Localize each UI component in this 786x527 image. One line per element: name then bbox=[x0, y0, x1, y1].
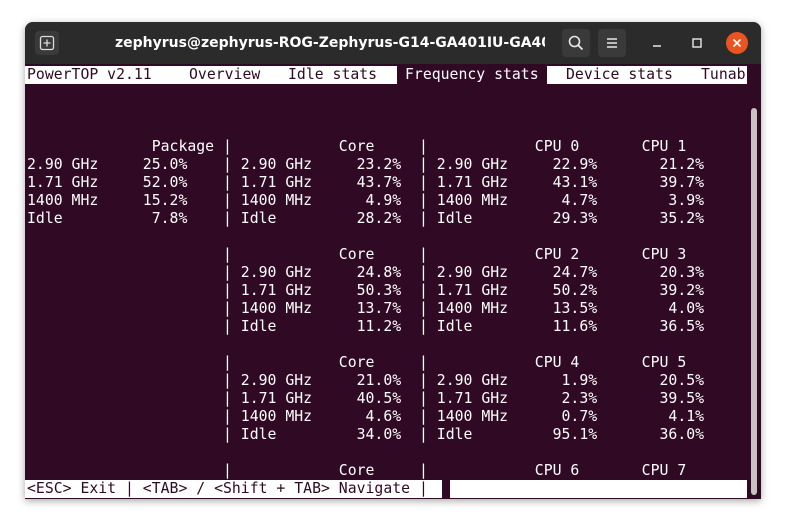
tab-frequency-stats[interactable]: Frequency stats bbox=[397, 66, 547, 84]
terminal-line: Idle 7.8% | Idle 28.2% | Idle 29.3% 35.2… bbox=[27, 210, 705, 227]
terminal-line: | 2.90 GHz 21.0% | 2.90 GHz 1.9% 20.5% bbox=[27, 372, 705, 389]
close-button[interactable] bbox=[726, 32, 748, 54]
tab-tunables[interactable]: Tunab bbox=[701, 66, 746, 84]
search-button[interactable] bbox=[562, 29, 590, 57]
terminal-line: 2.90 GHz 25.0% | 2.90 GHz 23.2% | 2.90 G… bbox=[27, 156, 705, 173]
terminal-line: | Core | CPU 2 CPU 3 bbox=[27, 246, 687, 263]
terminal-line: | Core | CPU 6 CPU 7 bbox=[27, 462, 687, 479]
terminal-line: 1.71 GHz 52.0% | 1.71 GHz 43.7% | 1.71 G… bbox=[27, 174, 705, 191]
minimize-icon bbox=[653, 45, 661, 47]
powertop-header: PowerTOP v2.11 Overview Idle stats Frequ… bbox=[25, 66, 747, 84]
maximize-icon bbox=[692, 38, 702, 48]
minimize-button[interactable] bbox=[646, 32, 668, 54]
search-icon bbox=[568, 35, 584, 51]
title-bar: zephyrus@zephyrus-ROG-Zephyrus-G14-GA401… bbox=[25, 22, 761, 64]
status-bar: <ESC> Exit | <TAB> / <Shift + TAB> Navig… bbox=[25, 480, 747, 498]
hamburger-menu-icon bbox=[607, 38, 617, 48]
terminal-window: zephyrus@zephyrus-ROG-Zephyrus-G14-GA401… bbox=[25, 22, 761, 499]
status-separator bbox=[442, 480, 450, 498]
maximize-button[interactable] bbox=[686, 32, 708, 54]
window-title: zephyrus@zephyrus-ROG-Zephyrus-G14-GA401… bbox=[115, 35, 545, 51]
terminal-area[interactable]: PowerTOP v2.11 Overview Idle stats Frequ… bbox=[25, 64, 761, 499]
new-tab-icon bbox=[39, 35, 55, 51]
terminal-line: | Core | CPU 4 CPU 5 bbox=[27, 354, 687, 371]
tab-overview[interactable]: Overview bbox=[189, 66, 260, 84]
terminal-line: | 1400 MHz 13.7% | 1400 MHz 13.5% 4.0% bbox=[27, 300, 705, 317]
tab-device-stats[interactable]: Device stats bbox=[566, 66, 673, 84]
terminal-line: 1400 MHz 15.2% | 1400 MHz 4.9% | 1400 MH… bbox=[27, 192, 705, 209]
terminal-line: Package | Core | CPU 0 CPU 1 bbox=[27, 138, 687, 155]
terminal-line: | Idle 34.0% | Idle 95.1% 36.0% bbox=[27, 426, 705, 443]
scrollbar[interactable] bbox=[751, 108, 757, 495]
terminal-line: | 1400 MHz 4.6% | 1400 MHz 0.7% 4.1% bbox=[27, 408, 705, 425]
key-hints: <ESC> Exit | <TAB> / <Shift + TAB> Navig… bbox=[27, 480, 428, 497]
terminal-line: | 2.90 GHz 24.8% | 2.90 GHz 24.7% 20.3% bbox=[27, 264, 705, 281]
terminal-line: | Idle 11.2% | Idle 11.6% 36.5% bbox=[27, 318, 705, 335]
terminal-line: | 1.71 GHz 50.3% | 1.71 GHz 50.2% 39.2% bbox=[27, 282, 705, 299]
tab-idle-stats[interactable]: Idle stats bbox=[288, 66, 377, 84]
close-icon bbox=[732, 38, 742, 48]
menu-button[interactable] bbox=[598, 29, 626, 57]
terminal-line: | 1.71 GHz 40.5% | 1.71 GHz 2.3% 39.5% bbox=[27, 390, 705, 407]
app-name: PowerTOP v2.11 bbox=[27, 66, 152, 83]
new-tab-button[interactable] bbox=[35, 31, 59, 55]
